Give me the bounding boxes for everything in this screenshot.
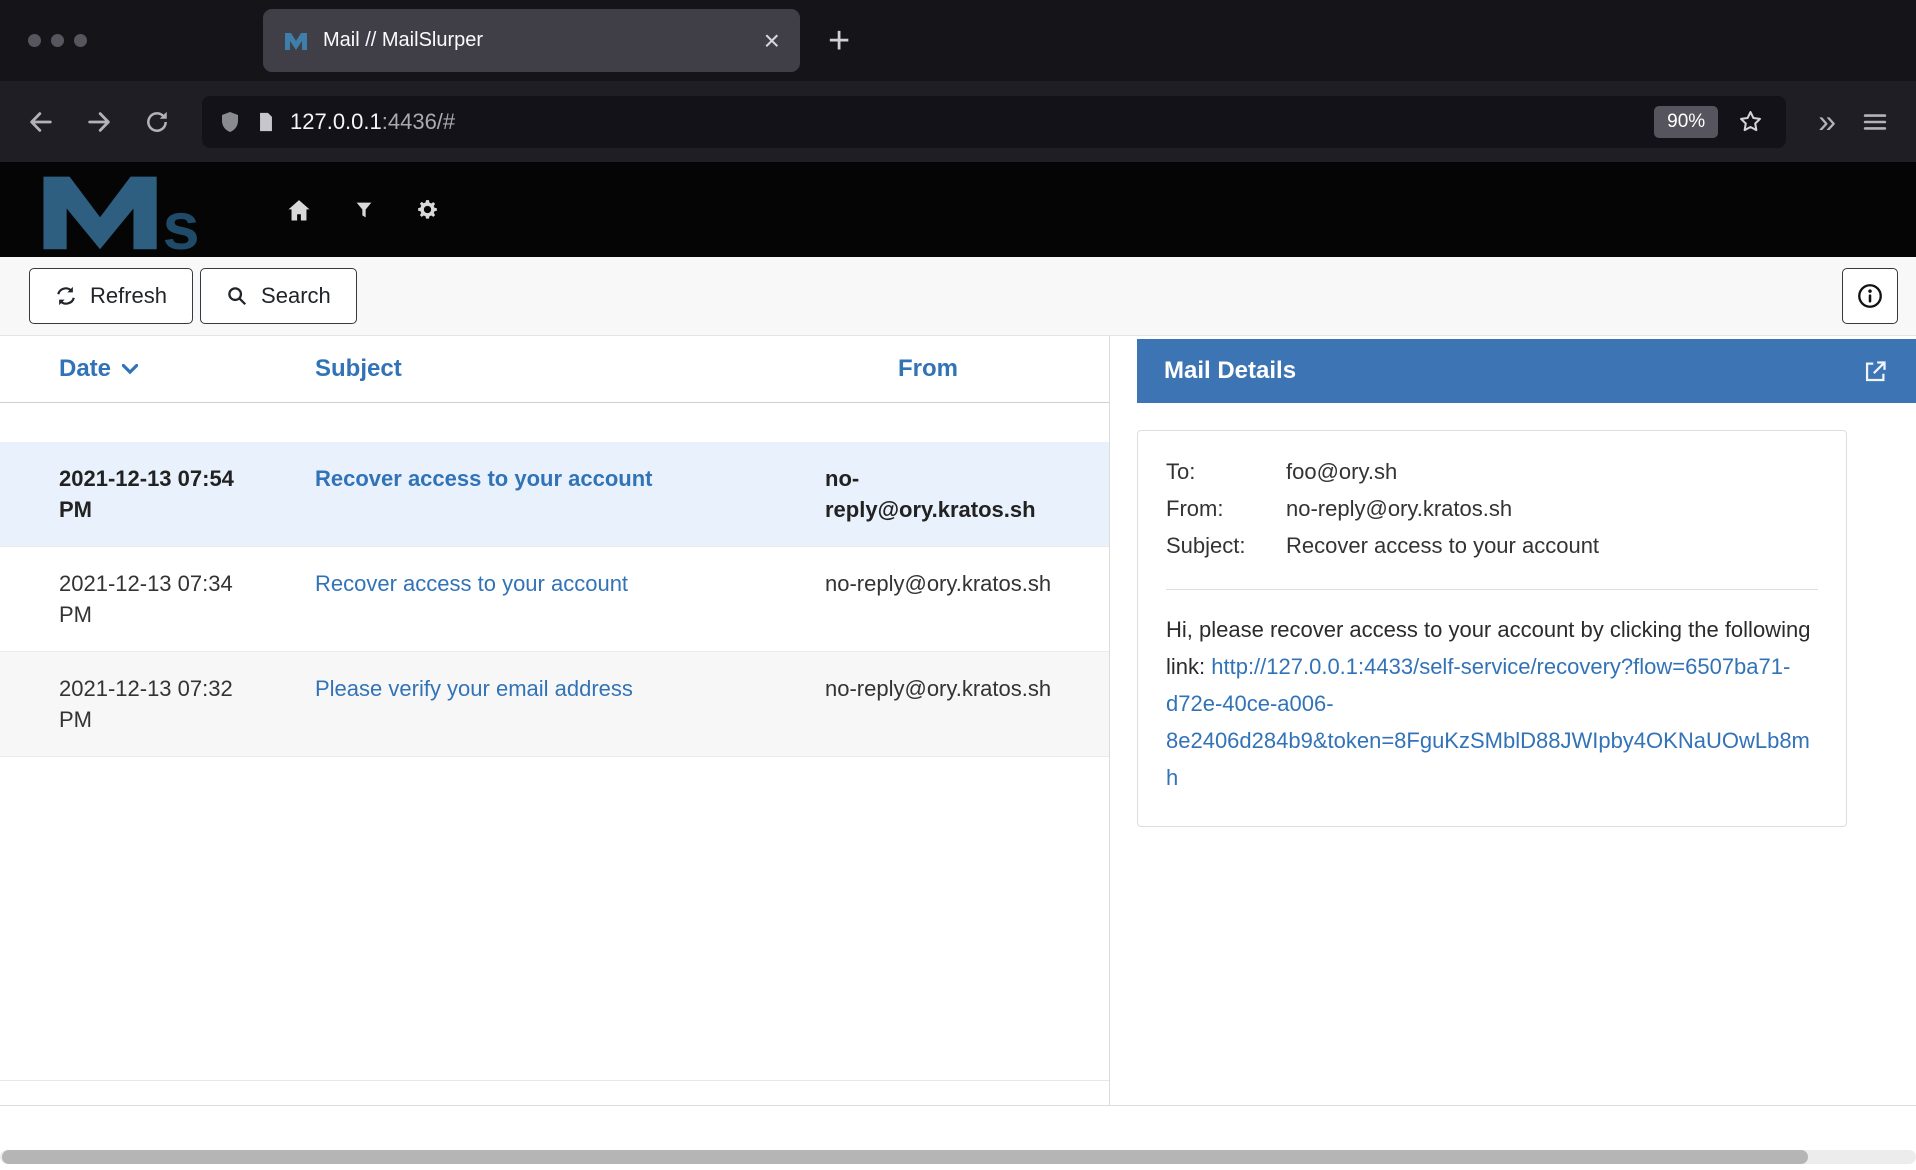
mail-subject-link[interactable]: Please verify your email address — [315, 676, 633, 701]
mail-body: Hi, please recover access to your accoun… — [1166, 611, 1818, 796]
page-info-icon[interactable] — [255, 110, 277, 134]
mail-details-pane: Mail Details To: foo@ory.sh From: no-rep… — [1110, 336, 1916, 1105]
subject-value: Recover access to your account — [1286, 531, 1818, 561]
horizontal-scrollbar-thumb[interactable] — [2, 1150, 1808, 1164]
url-path: :4436/# — [382, 109, 455, 134]
window-control-dot[interactable] — [51, 34, 64, 47]
app-header: s — [0, 162, 1916, 257]
to-value: foo@ory.sh — [1286, 457, 1818, 487]
window-controls — [28, 34, 263, 47]
from-value: no-reply@ory.kratos.sh — [1286, 494, 1818, 524]
mail-details-title: Mail Details — [1164, 357, 1296, 385]
mail-date: 2021-12-13 07:54 PM — [0, 463, 255, 525]
svg-text:s: s — [162, 190, 199, 255]
mail-details-header: Mail Details — [1137, 339, 1916, 403]
refresh-icon — [55, 285, 77, 307]
mail-from: no-reply@ory.kratos.sh — [767, 568, 1109, 630]
sort-chevron-down-icon — [122, 364, 138, 375]
search-icon — [226, 285, 248, 307]
column-header-date[interactable]: Date — [0, 355, 255, 383]
main-content: Date Subject From 2021-12-13 07:54 PM Re… — [0, 336, 1916, 1106]
column-header-date-label: Date — [59, 355, 111, 383]
mail-list-pane: Date Subject From 2021-12-13 07:54 PM Re… — [0, 336, 1110, 1105]
reload-icon[interactable] — [134, 99, 180, 145]
mailslurper-logo: s — [37, 165, 227, 255]
tab-title: Mail // MailSlurper — [323, 29, 483, 52]
browser-tab[interactable]: Mail // MailSlurper × — [263, 9, 800, 72]
mailslurper-favicon-icon — [283, 31, 309, 51]
new-tab-button[interactable]: + — [828, 22, 850, 60]
mail-subject: Please verify your email address — [255, 673, 767, 735]
column-header-subject[interactable]: Subject — [255, 355, 767, 383]
tab-close-icon[interactable]: × — [764, 27, 780, 55]
url-bar[interactable]: 127.0.0.1:4436/# 90% — [202, 96, 1786, 148]
menu-hamburger-icon[interactable] — [1852, 99, 1898, 145]
recovery-link[interactable]: http://127.0.0.1:4433/self-service/recov… — [1166, 654, 1810, 790]
window-control-dot[interactable] — [28, 34, 41, 47]
search-button[interactable]: Search — [200, 268, 357, 324]
url-text: 127.0.0.1:4436/# — [290, 109, 455, 135]
refresh-button-label: Refresh — [90, 283, 167, 309]
shield-icon[interactable] — [218, 110, 242, 134]
bottom-strip — [0, 1106, 1916, 1170]
back-icon[interactable] — [18, 99, 64, 145]
info-button[interactable] — [1842, 268, 1898, 324]
zoom-level-badge[interactable]: 90% — [1654, 106, 1718, 138]
subject-label: Subject: — [1166, 531, 1286, 561]
window-control-dot[interactable] — [74, 34, 87, 47]
settings-gear-icon[interactable] — [415, 197, 440, 222]
search-button-label: Search — [261, 283, 331, 309]
mail-meta: To: foo@ory.sh From: no-reply@ory.kratos… — [1166, 457, 1818, 561]
mail-date: 2021-12-13 07:32 PM — [0, 673, 255, 735]
mail-row[interactable]: 2021-12-13 07:34 PM Recover access to yo… — [0, 547, 1109, 652]
refresh-button[interactable]: Refresh — [29, 268, 193, 324]
browser-tab-strip: Mail // MailSlurper × + — [0, 0, 1916, 81]
mail-from: no-reply@ory.kratos.sh — [767, 463, 1109, 525]
mail-date: 2021-12-13 07:34 PM — [0, 568, 255, 630]
external-link-icon[interactable] — [1862, 358, 1889, 385]
mail-subject-link[interactable]: Recover access to your account — [315, 466, 652, 491]
mail-list-header: Date Subject From — [0, 336, 1109, 403]
overflow-chevrons-icon[interactable]: » — [1818, 103, 1836, 140]
mailslurper-window: Mail // MailSlurper × + 127.0.0.1:4436/# — [0, 0, 1916, 1170]
details-divider — [1166, 589, 1818, 590]
browser-navbar: 127.0.0.1:4436/# 90% » — [0, 81, 1916, 162]
mail-details-panel: To: foo@ory.sh From: no-reply@ory.kratos… — [1137, 430, 1847, 827]
forward-icon[interactable] — [76, 99, 122, 145]
mail-row[interactable]: 2021-12-13 07:54 PM Recover access to yo… — [0, 442, 1109, 547]
home-icon[interactable] — [285, 196, 313, 224]
info-icon — [1856, 282, 1884, 310]
from-label: From: — [1166, 494, 1286, 524]
url-host: 127.0.0.1 — [290, 109, 382, 134]
app-toolbar: Refresh Search — [0, 257, 1916, 336]
app-nav-icons — [285, 196, 440, 224]
to-label: To: — [1166, 457, 1286, 487]
mail-subject-link[interactable]: Recover access to your account — [315, 571, 628, 596]
mail-subject: Recover access to your account — [255, 568, 767, 630]
column-header-from[interactable]: From — [767, 355, 1109, 383]
filter-funnel-icon[interactable] — [353, 199, 375, 221]
mail-list-body: 2021-12-13 07:54 PM Recover access to yo… — [0, 442, 1109, 1081]
mail-row[interactable]: 2021-12-13 07:32 PM Please verify your e… — [0, 652, 1109, 757]
mail-from: no-reply@ory.kratos.sh — [767, 673, 1109, 735]
bookmark-star-icon[interactable] — [1737, 108, 1764, 135]
mail-subject: Recover access to your account — [255, 463, 767, 525]
